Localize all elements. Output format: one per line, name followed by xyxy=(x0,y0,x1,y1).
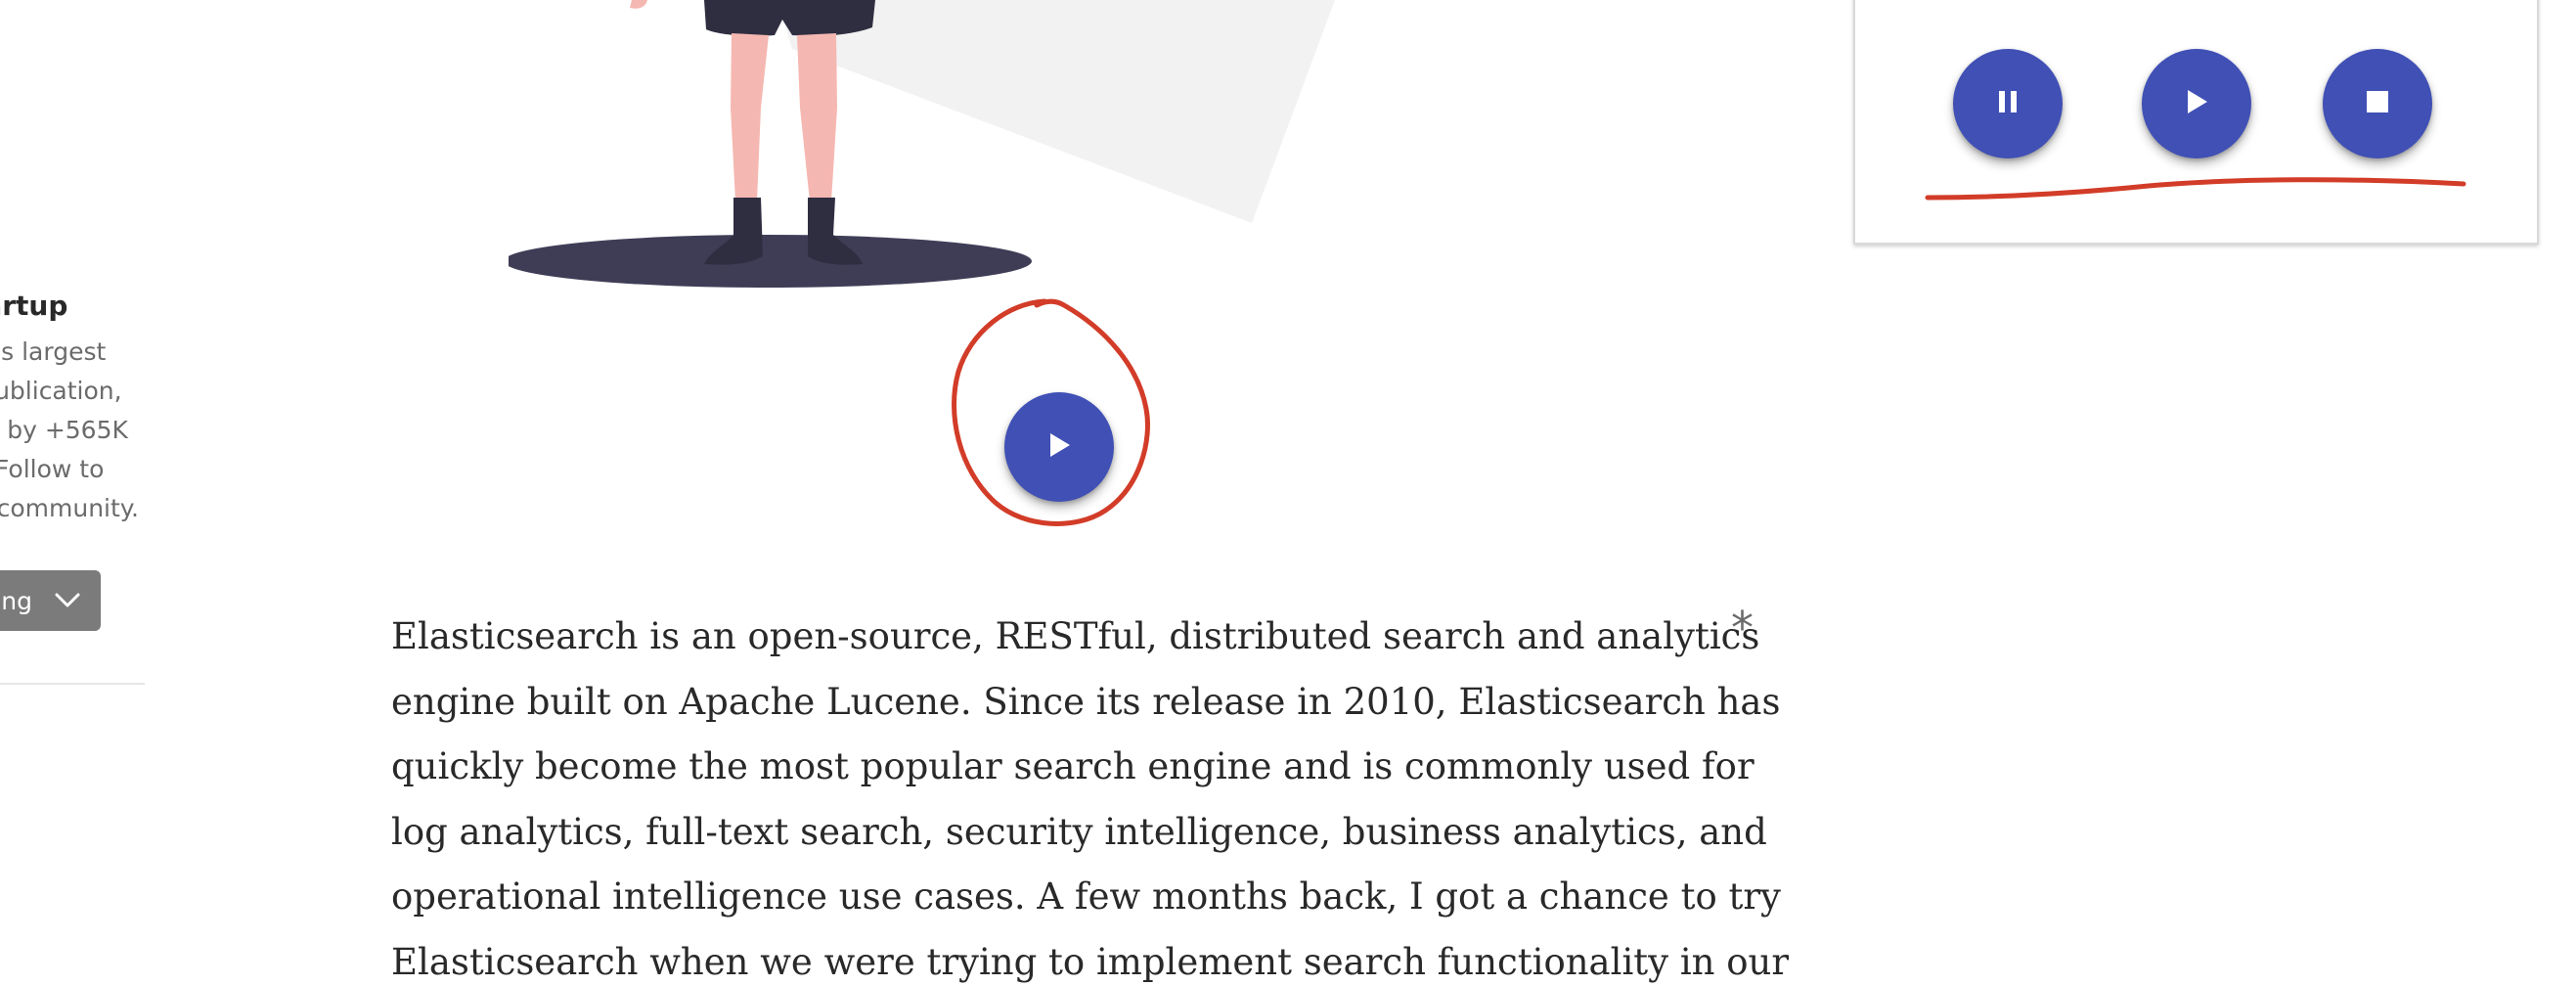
following-button-label: Following xyxy=(0,586,32,615)
article-line: log analytics, full-text search, securit… xyxy=(391,810,1767,853)
following-button[interactable]: Following xyxy=(0,570,101,631)
red-annotation-underline xyxy=(1925,177,2466,201)
publication-description-line: Medium's largest xyxy=(0,337,107,366)
article-line: quickly become the most popular search e… xyxy=(391,745,1754,787)
person-standing-illustration xyxy=(504,0,1369,303)
publication-description-line: followed by +565K xyxy=(0,416,128,444)
sidebar-divider xyxy=(0,683,145,685)
center-play-button[interactable] xyxy=(1004,392,1114,502)
response-marker[interactable]: * xyxy=(1731,602,1754,654)
publication-name[interactable]: The Startup xyxy=(0,290,67,322)
publication-description-line: join our community. xyxy=(0,494,139,522)
pause-button[interactable] xyxy=(1953,49,2063,158)
playback-controls-panel xyxy=(1853,0,2539,245)
play-icon xyxy=(2184,88,2209,120)
publication-description-line: people. Follow to xyxy=(0,455,105,483)
article-line: operational intelligence use cases. A fe… xyxy=(391,875,1781,918)
center-player xyxy=(939,293,1183,538)
publication-description: Medium's largest active publication, fol… xyxy=(0,333,139,528)
stop-button[interactable] xyxy=(2323,49,2432,158)
play-icon xyxy=(1046,431,1072,464)
article-line: Elasticsearch when we were trying to imp… xyxy=(391,940,1790,983)
article-line: engine built on Apache Lucene. Since its… xyxy=(391,680,1781,723)
publication-description-line: active publication, xyxy=(0,377,122,405)
article-line: Elasticsearch is an open-source, RESTful… xyxy=(391,615,1760,657)
pause-icon xyxy=(1995,88,2021,120)
chevron-down-icon xyxy=(54,587,81,615)
stop-icon xyxy=(2365,88,2390,120)
play-button[interactable] xyxy=(2142,49,2251,158)
article-paragraph: Elasticsearch is an open-source, RESTful… xyxy=(391,605,1790,986)
page: The Startup Medium's largest active publ… xyxy=(0,0,2576,986)
